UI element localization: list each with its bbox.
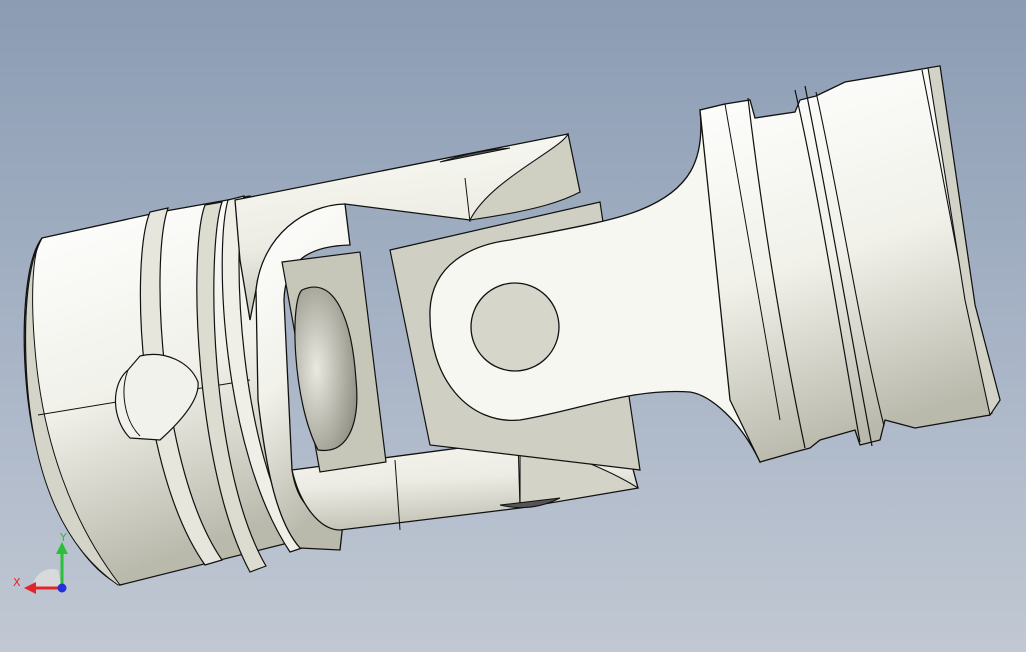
cad-graphics-viewport[interactable]: Y X (0, 0, 1026, 652)
universal-joint-model[interactable] (0, 0, 1026, 652)
right-hub[interactable] (699, 65, 1001, 463)
x-axis-label: X (13, 576, 21, 589)
z-axis-dot-icon (57, 583, 67, 593)
coordinate-triad: Y X (10, 530, 80, 600)
triad-graphic (24, 542, 68, 594)
y-axis-label: Y (60, 531, 67, 544)
